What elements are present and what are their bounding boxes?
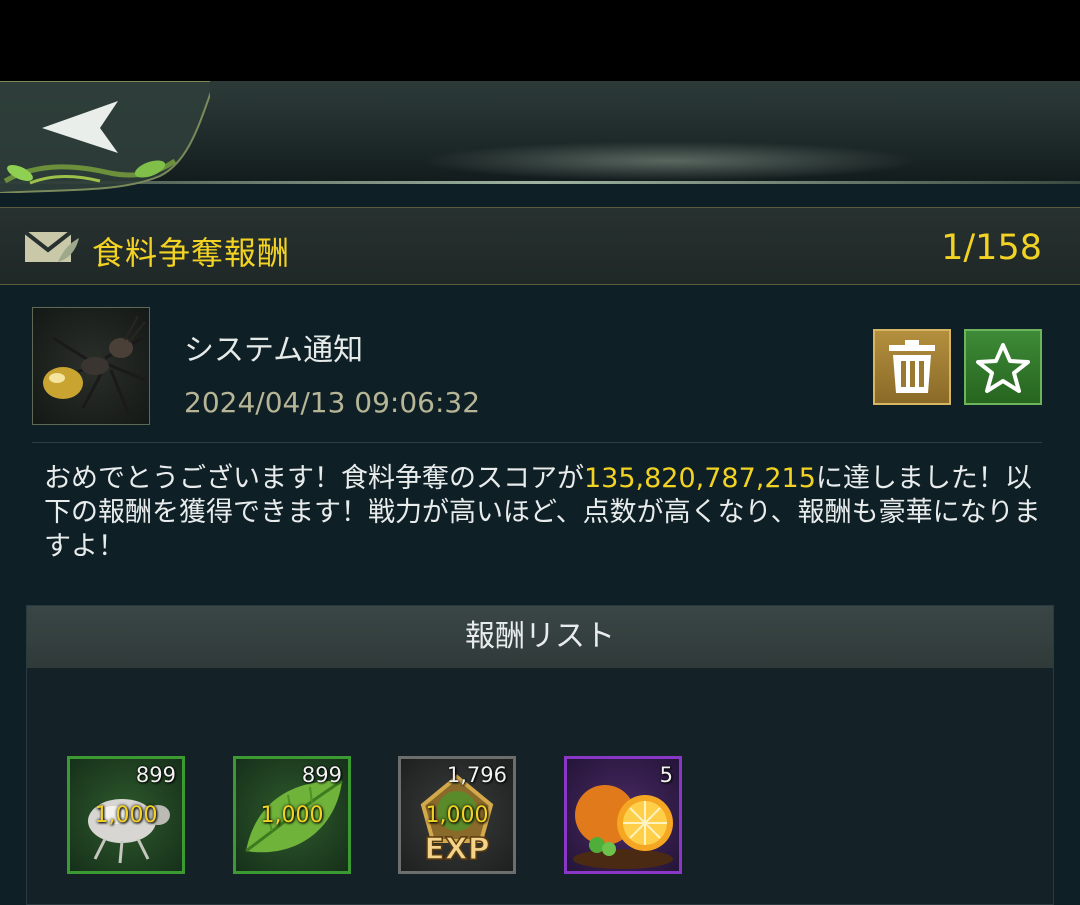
mail-icon bbox=[24, 230, 79, 262]
favorite-button[interactable] bbox=[964, 329, 1042, 405]
sender-name: システム通知 bbox=[184, 333, 364, 368]
item-amount: 1,000 bbox=[260, 803, 324, 828]
mail-title: 食料争奪報酬 bbox=[92, 234, 291, 272]
mail-timestamp: 2024/04/13 09:06:32 bbox=[184, 386, 481, 419]
back-arrow-icon bbox=[0, 80, 217, 194]
item-amount: 1,000 bbox=[425, 803, 489, 828]
item-count: 899 bbox=[135, 763, 176, 787]
star-icon bbox=[976, 343, 1030, 393]
item-amount: 1,000 bbox=[94, 803, 158, 828]
divider bbox=[32, 442, 1042, 443]
reward-item-leaf[interactable]: 899 1,000 bbox=[233, 756, 351, 874]
reward-list-header: 報酬リスト bbox=[27, 606, 1053, 668]
sender-avatar bbox=[32, 307, 150, 425]
reward-item-fruit[interactable]: 5 bbox=[564, 756, 682, 874]
mail-body: おめでとうございます！食料争奪のスコアが135,820,787,215に達しまし… bbox=[44, 462, 1044, 564]
message-score: 135,820,787,215 bbox=[584, 463, 816, 494]
message-text-before: おめでとうございます！食料争奪のスコアが bbox=[44, 463, 584, 494]
ant-icon bbox=[43, 315, 146, 414]
mail-title-bar: 食料争奪報酬 1/158 bbox=[0, 207, 1080, 285]
svg-text:EXP: EXP bbox=[424, 832, 490, 867]
reward-item-exp[interactable]: EXP 1,796 1,000 bbox=[398, 756, 516, 874]
trash-icon bbox=[889, 340, 935, 393]
reward-item-aphid[interactable]: 899 1,000 bbox=[67, 756, 185, 874]
header-glow bbox=[420, 141, 920, 181]
page-counter: 1/158 bbox=[941, 228, 1042, 268]
item-count: 1,796 bbox=[446, 763, 507, 787]
delete-button[interactable] bbox=[873, 329, 951, 405]
back-button[interactable] bbox=[0, 80, 217, 194]
status-bar bbox=[0, 0, 1080, 81]
item-count: 899 bbox=[301, 763, 342, 787]
item-count: 5 bbox=[659, 763, 673, 787]
